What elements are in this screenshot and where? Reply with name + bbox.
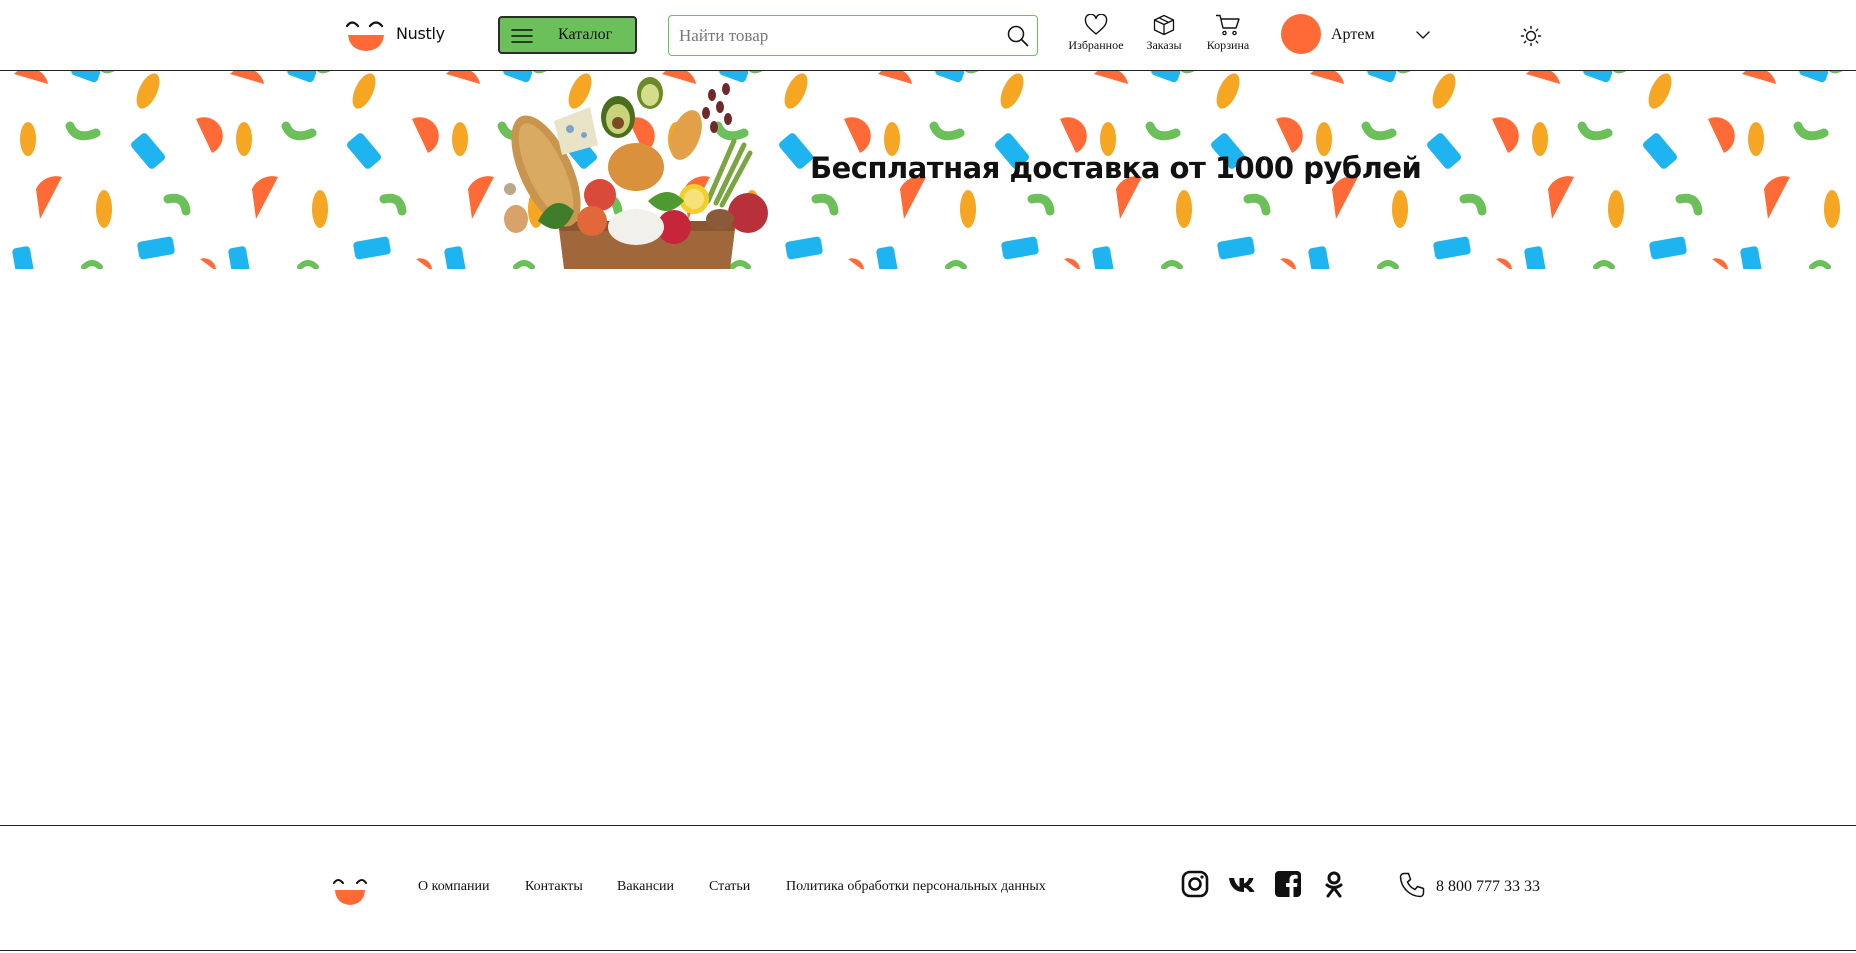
search-icon[interactable]: [1007, 25, 1029, 47]
footer-link-contacts[interactable]: Контакты: [525, 879, 583, 895]
vk-icon[interactable]: [1228, 870, 1256, 898]
sun-icon[interactable]: [1520, 25, 1542, 47]
heart-icon: [1084, 14, 1108, 35]
chevron-down-icon[interactable]: [1415, 29, 1431, 41]
promo-banner[interactable]: Бесплатная доставка от 1000 рублей: [0, 71, 1856, 269]
nav-orders[interactable]: Заказы: [1144, 14, 1184, 58]
catalog-label: Каталог: [558, 26, 613, 43]
instagram-icon[interactable]: [1181, 870, 1209, 898]
site-footer: О компании Контакты Вакансии Статьи Поли…: [0, 825, 1856, 951]
cart-icon: [1216, 14, 1240, 36]
nav-cart[interactable]: Корзина: [1205, 14, 1251, 58]
nav-favorites[interactable]: Избранное: [1066, 14, 1126, 58]
grocery-bag-illustration: [504, 77, 768, 269]
nav-favorites-label: Избранное: [1068, 38, 1124, 52]
odnoklassniki-icon[interactable]: [1320, 870, 1348, 898]
menu-icon: [511, 29, 533, 43]
catalog-button[interactable]: Каталог: [498, 16, 637, 54]
avatar[interactable]: [1281, 14, 1321, 54]
footer-link-privacy-policy[interactable]: Политика обработки персональных данных: [786, 879, 1046, 895]
nav-orders-label: Заказы: [1146, 38, 1182, 52]
facebook-icon[interactable]: [1274, 870, 1302, 898]
nav-cart-label: Корзина: [1206, 38, 1250, 52]
footer-link-about[interactable]: О компании: [418, 879, 489, 895]
site-header: Nustly Каталог Избранное Заказы Корзин: [0, 0, 1856, 71]
footer-logo-icon[interactable]: [331, 874, 369, 908]
phone-number[interactable]: 8 800 777 33 33: [1436, 878, 1540, 896]
box-icon: [1153, 14, 1175, 36]
banner-title: Бесплатная доставка от 1000 рублей: [810, 151, 1422, 185]
footer-link-vacancies[interactable]: Вакансии: [617, 879, 674, 895]
logo-text: Nustly: [396, 24, 445, 43]
logo-face-icon: [345, 21, 386, 51]
footer-link-articles[interactable]: Статьи: [709, 879, 750, 895]
search-input[interactable]: [677, 22, 991, 50]
user-name[interactable]: Артем: [1331, 26, 1375, 44]
search-box: [668, 15, 1038, 56]
phone-icon: [1399, 872, 1425, 898]
